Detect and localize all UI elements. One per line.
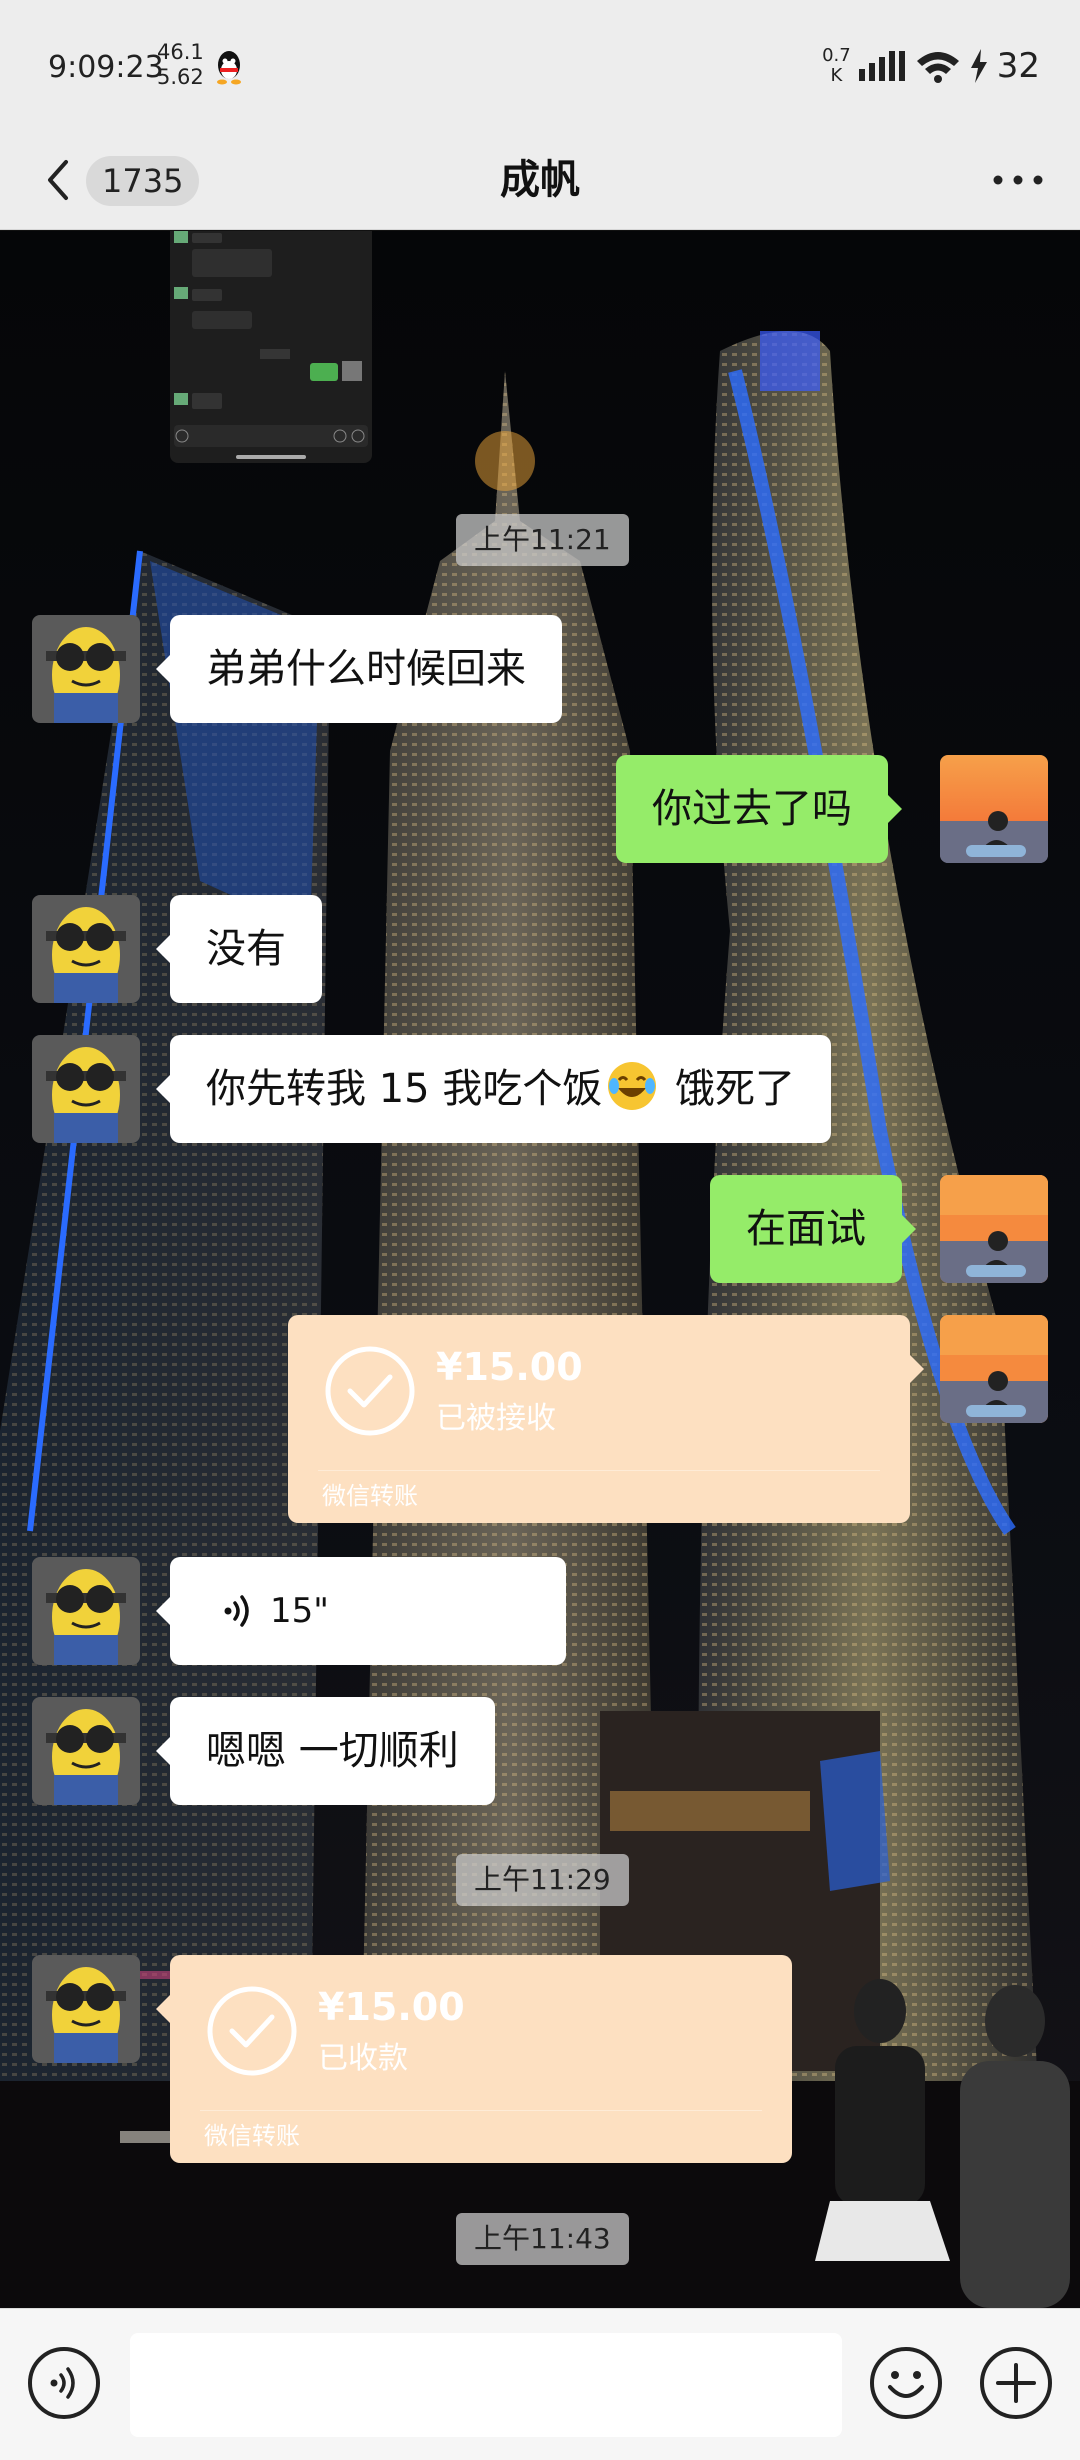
network-rate-top: 46.1 xyxy=(157,40,204,64)
avatar-contact[interactable] xyxy=(32,1697,140,1805)
minion-avatar-icon xyxy=(32,895,140,1003)
timestamp: 上午11:29 xyxy=(456,1854,629,1906)
avatar-contact[interactable] xyxy=(32,1955,140,2063)
message-bubble[interactable]: 嗯嗯 一切顺利 xyxy=(156,1697,495,1805)
emoji-icon[interactable] xyxy=(868,2345,944,2421)
check-circle-icon xyxy=(207,1986,297,2076)
transfer-amount: ¥15.00 xyxy=(318,1985,465,2029)
minion-avatar-icon xyxy=(32,1557,140,1665)
avatar-contact[interactable] xyxy=(32,1557,140,1665)
message-input[interactable] xyxy=(130,2333,842,2437)
avatar-contact[interactable] xyxy=(32,615,140,723)
more-icon[interactable] xyxy=(986,152,1050,208)
network-rate: 46.1 5.62 xyxy=(157,40,204,90)
timestamp: 上午11:21 xyxy=(456,514,629,566)
avatar-self[interactable] xyxy=(940,1175,1048,1283)
minion-avatar-icon xyxy=(32,1035,140,1143)
input-bar xyxy=(0,2308,1080,2460)
sunset-avatar-icon xyxy=(940,1315,1048,1423)
laugh-cry-emoji xyxy=(608,1062,657,1110)
status-right: 0.7 K 32 xyxy=(822,44,1040,88)
message-text: 饿死了 xyxy=(662,1066,796,1112)
back-arrow-icon[interactable] xyxy=(38,150,78,210)
message-bubble[interactable]: 没有 xyxy=(156,895,322,1003)
divider xyxy=(318,1470,880,1471)
check-circle-icon xyxy=(325,1346,415,1436)
transfer-amount: ¥15.00 xyxy=(436,1345,583,1389)
wifi-icon xyxy=(916,52,959,83)
voice-wave-icon xyxy=(224,1595,249,1627)
sunset-avatar-icon xyxy=(940,1175,1048,1283)
chat-area[interactable]: 上午11:21 弟弟什么时候回来 你过去了吗 没有 你先转我 15 我吃个饭 饿… xyxy=(0,231,1080,2308)
avatar-self[interactable] xyxy=(940,1315,1048,1423)
voice-message[interactable]: 15" xyxy=(156,1557,566,1665)
wechat-transfer-card[interactable]: ¥15.00 已被接收 微信转账 xyxy=(288,1315,924,1523)
status-time: 9:09:23 xyxy=(48,50,164,85)
plus-icon[interactable] xyxy=(978,2345,1054,2421)
network-rate-bottom: 5.62 xyxy=(157,65,204,89)
voice-duration: 15" xyxy=(270,1591,329,1631)
transfer-label: 微信转账 xyxy=(204,2122,300,2150)
shared-screenshot-image[interactable] xyxy=(170,231,372,463)
avatar-contact[interactable] xyxy=(32,895,140,1003)
message-text: 你先转我 15 我吃个饭 xyxy=(206,1066,603,1112)
chat-header: 1735 成帆 xyxy=(0,130,1080,230)
charging-icon xyxy=(970,49,987,83)
transfer-status: 已被接收 xyxy=(436,1401,556,1436)
voice-input-icon[interactable] xyxy=(26,2345,102,2421)
wechat-transfer-card[interactable]: ¥15.00 已收款 微信转账 xyxy=(156,1955,792,2163)
battery-level: 32 xyxy=(996,46,1040,86)
minion-avatar-icon xyxy=(32,1697,140,1805)
message-bubble[interactable]: 你先转我 15 我吃个饭 饿死了 xyxy=(155,1035,832,1143)
avatar-self[interactable] xyxy=(940,755,1048,863)
screenshot-content xyxy=(174,231,368,459)
timestamp: 上午11:43 xyxy=(456,2213,629,2265)
speed-unit: K xyxy=(830,65,843,86)
speed-indicator: 0.7 K xyxy=(822,46,851,86)
minion-avatar-icon xyxy=(32,615,140,723)
transfer-status: 已收款 xyxy=(318,2041,408,2076)
status-bar: 9:09:23 46.1 5.62 0.7 K 32 xyxy=(0,0,1080,130)
unread-count-badge[interactable]: 1735 xyxy=(86,156,200,206)
minion-avatar-icon xyxy=(32,1955,140,2063)
divider xyxy=(200,2110,762,2111)
sunset-avatar-icon xyxy=(940,755,1048,863)
speed-value: 0.7 xyxy=(822,45,851,66)
message-bubble[interactable]: 弟弟什么时候回来 xyxy=(156,615,562,723)
avatar-contact[interactable] xyxy=(32,1035,140,1143)
transfer-label: 微信转账 xyxy=(322,1482,418,1510)
message-bubble-self[interactable]: 在面试 xyxy=(710,1175,916,1283)
signal-icon xyxy=(858,51,905,81)
message-bubble-self[interactable]: 你过去了吗 xyxy=(616,755,902,863)
qq-icon xyxy=(217,51,241,85)
